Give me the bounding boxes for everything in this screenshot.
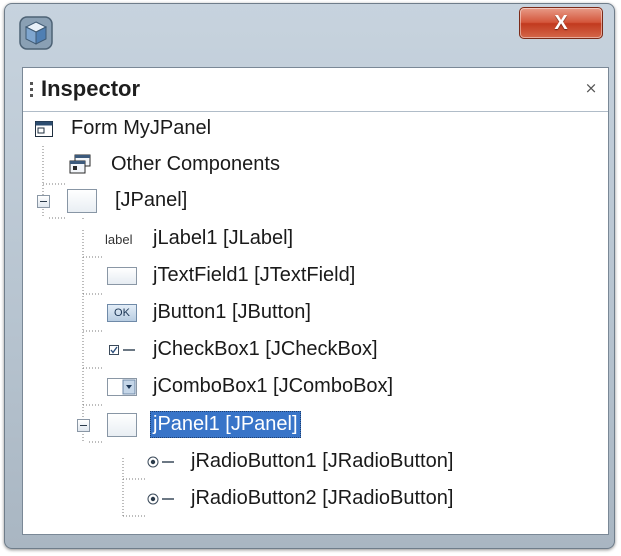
component-tree: Form MyJPanel Other Components [JPanel] — [23, 112, 608, 532]
tree-label-jpanel1: jPanel1 [JPanel] — [150, 411, 301, 438]
tree-label-other-components: Other Components — [111, 153, 280, 175]
tree-label-jlabel1: jLabel1 [JLabel] — [153, 227, 294, 249]
inspector-title: Inspector — [41, 76, 141, 101]
checkbox-icon — [109, 345, 135, 355]
combobox-icon — [107, 378, 137, 396]
inspector-panel: Inspector ⨯ Form MyJPanel Other Componen… — [22, 67, 609, 535]
panel-icon — [67, 189, 97, 213]
title-bar[interactable]: X — [4, 3, 615, 63]
label-icon: label — [105, 232, 133, 247]
inspector-close-icon[interactable]: ⨯ — [582, 80, 600, 98]
app-window: X Inspector ⨯ Form MyJPanel Other Compon… — [4, 3, 615, 549]
tree-label-jcombobox1: jComboBox1 [JComboBox] — [153, 375, 394, 397]
tree-node-root-panel[interactable]: [JPanel] — [23, 184, 223, 218]
app-cube-icon — [19, 16, 53, 50]
inspector-header: Inspector ⨯ — [23, 68, 608, 112]
tree-node-jlabel1[interactable]: label jLabel1 [JLabel] — [23, 222, 353, 256]
radiobutton-icon — [147, 456, 174, 468]
collapse-toggle-jpanel1[interactable] — [77, 419, 90, 432]
panel-icon — [107, 413, 137, 437]
tree-label-jradiobutton2: jRadioButton2 [JRadioButton] — [191, 487, 454, 509]
radiobutton-icon — [147, 493, 174, 505]
tree-node-jbutton1[interactable]: OK jButton1 [JButton] — [23, 296, 353, 330]
window-close-button[interactable]: X — [519, 7, 603, 39]
tree-label-jradiobutton1: jRadioButton1 [JRadioButton] — [191, 450, 454, 472]
tree-label-jtextfield1: jTextField1 [JTextField] — [153, 264, 356, 286]
tree-node-form[interactable]: Form MyJPanel — [23, 112, 323, 146]
tree-node-jcombobox1[interactable]: jComboBox1 [JComboBox] — [23, 370, 423, 404]
tree-label-form: Form MyJPanel — [71, 117, 212, 139]
close-icon: X — [554, 11, 568, 34]
button-icon: OK — [107, 304, 137, 322]
other-components-icon — [69, 154, 91, 174]
tree-label-jcheckbox1: jCheckBox1 [JCheckBox] — [153, 338, 378, 360]
tree-node-jtextfield1[interactable]: jTextField1 [JTextField] — [23, 259, 403, 293]
tree-label-root-panel: [JPanel] — [115, 189, 188, 211]
tree-node-jcheckbox1[interactable]: jCheckBox1 [JCheckBox] — [23, 333, 403, 367]
collapse-toggle-root[interactable] — [37, 195, 50, 208]
form-icon — [35, 121, 53, 137]
tree-node-jradiobutton2[interactable]: jRadioButton2 [JRadioButton] — [23, 482, 493, 516]
tree-label-jbutton1: jButton1 [JButton] — [153, 301, 311, 323]
drag-grip-icon[interactable] — [30, 82, 33, 98]
tree-node-jradiobutton1[interactable]: jRadioButton1 [JRadioButton] — [23, 445, 493, 479]
tree-node-jpanel1[interactable]: jPanel1 [JPanel] — [23, 408, 343, 442]
textfield-icon — [107, 267, 137, 285]
tree-node-other-components[interactable]: Other Components — [23, 148, 343, 182]
